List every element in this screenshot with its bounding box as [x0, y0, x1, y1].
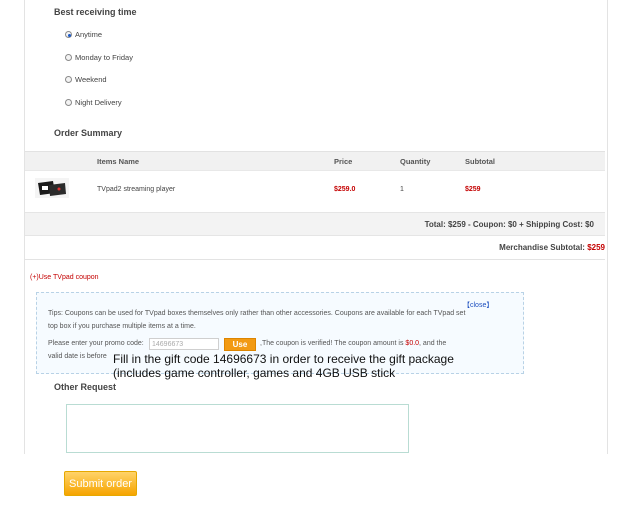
coupon-tips: Tips: Coupons can be used for TVpad boxe… [48, 310, 466, 330]
radio-option-anytime[interactable]: Anytime [65, 30, 102, 39]
radio-label: Monday to Friday [75, 53, 133, 62]
annotation-line: (includes game controller, games and 4GB… [113, 366, 396, 380]
order-table-header: Items Name Price Quantity Subtotal [25, 151, 605, 171]
merchandise-subtotal-value: $259 [587, 243, 605, 252]
order-summary-title: Order Summary [54, 128, 123, 138]
totals-bar: Total: $259 - Coupon: $0 + Shipping Cost… [25, 212, 605, 236]
radio-unchecked-icon[interactable] [65, 54, 72, 61]
coupon-verified-message: ,The coupon is verified! The coupon amou… [260, 340, 446, 347]
verified-text: ,The coupon is verified! The coupon amou… [260, 340, 404, 347]
use-coupon-link[interactable]: (+)Use TVpad coupon [30, 274, 99, 281]
coupon-amount: $0.0 [405, 340, 420, 347]
column-price: Price [334, 157, 353, 166]
item-subtotal: $259 [465, 186, 481, 193]
table-row: TVpad2 streaming player $259.0 1 $259 [25, 170, 605, 210]
other-request-title: Other Request [54, 382, 117, 392]
radio-option-monday-to-friday[interactable]: Monday to Friday [65, 53, 133, 62]
close-coupon-link[interactable]: 【close】 [463, 300, 493, 310]
column-subtotal: Subtotal [465, 157, 495, 166]
radio-label: Weekend [75, 75, 107, 84]
gift-code-annotation: Fill in the gift code 14696673 in order … [113, 352, 454, 380]
radio-label: Night Delivery [75, 98, 122, 107]
receiving-time-title: Best receiving time [54, 7, 137, 17]
radio-checked-icon[interactable] [65, 31, 72, 38]
radio-label: Anytime [75, 30, 103, 39]
submit-order-button[interactable]: Submit order [64, 471, 137, 496]
valid-date-label: valid date is before [48, 353, 107, 360]
annotation-line: Fill in the gift code 14696673 in order … [113, 352, 454, 366]
promo-code-label: Please enter your promo code: [48, 340, 144, 347]
tvpad-box-thumbnail-icon [35, 178, 69, 198]
divider [25, 259, 605, 260]
merchandise-subtotal: Merchandise Subtotal: $259 [499, 243, 605, 252]
column-items-name: Items Name [97, 157, 140, 166]
totals-line: Total: $259 - Coupon: $0 + Shipping Cost… [424, 220, 594, 229]
radio-unchecked-icon[interactable] [65, 99, 72, 106]
column-quantity: Quantity [400, 157, 431, 166]
verified-suffix: , and the [419, 340, 447, 347]
use-coupon-button[interactable]: Use [224, 338, 256, 351]
item-price: $259.0 [334, 186, 356, 193]
item-name: TVpad2 streaming player [97, 186, 176, 193]
promo-code-input[interactable] [149, 338, 219, 350]
other-request-textarea[interactable] [66, 404, 409, 453]
radio-option-night-delivery[interactable]: Night Delivery [65, 98, 122, 107]
radio-unchecked-icon[interactable] [65, 76, 72, 83]
radio-option-weekend[interactable]: Weekend [65, 75, 107, 84]
item-quantity: 1 [400, 186, 404, 193]
merchandise-subtotal-label: Merchandise Subtotal: [499, 243, 585, 252]
